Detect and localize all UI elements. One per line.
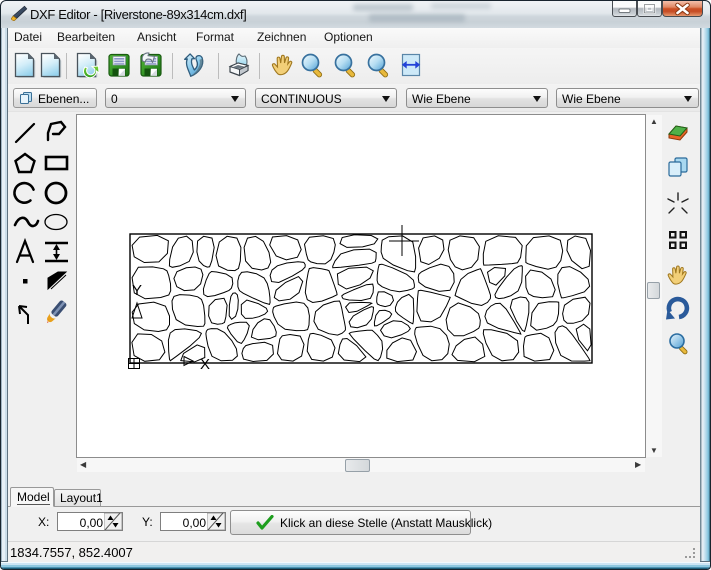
svg-text:X: X xyxy=(200,356,210,373)
svg-text:Y: Y xyxy=(132,282,142,299)
